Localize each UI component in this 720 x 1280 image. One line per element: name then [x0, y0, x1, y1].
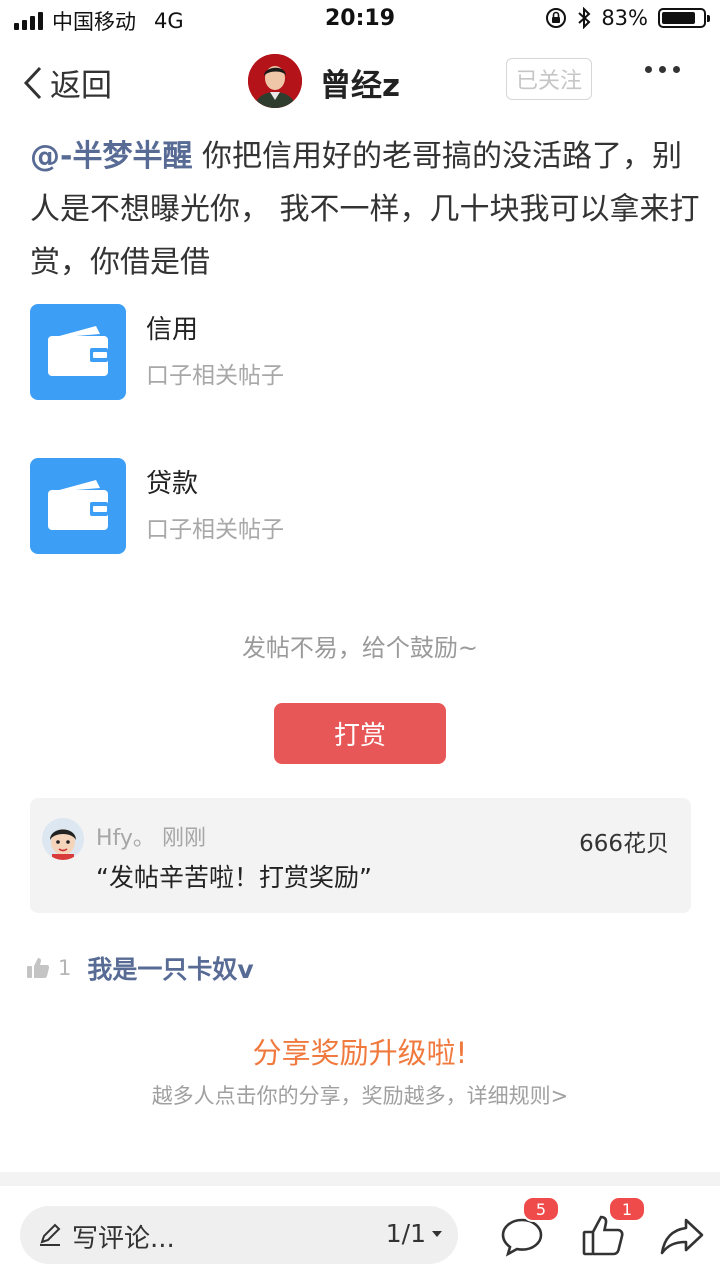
- like-button[interactable]: 1: [580, 1196, 646, 1260]
- page-selector[interactable]: 1/1: [386, 1219, 442, 1248]
- chevron-left-icon: [23, 66, 42, 99]
- author-avatar-image: [248, 54, 302, 108]
- reward-amount: 666花贝: [579, 831, 669, 857]
- like-count: 1: [58, 956, 72, 980]
- more-options-icon[interactable]: [645, 66, 680, 73]
- bottom-divider: [0, 1172, 720, 1186]
- tip-prompt: 发帖不易，给个鼓励~: [241, 634, 479, 662]
- mention-link[interactable]: @-半梦半醒: [30, 139, 192, 174]
- topic-subtitle: 口子相关帖子: [146, 517, 284, 543]
- topic-card-loan[interactable]: 贷款 口子相关帖子: [30, 458, 690, 554]
- reward-time: 刚刚: [162, 826, 207, 851]
- liker-name[interactable]: 我是一只卡奴v: [87, 950, 253, 986]
- topic-text: 贷款 口子相关帖子: [146, 467, 284, 545]
- share-title: 分享奖励升级啦!: [252, 1036, 468, 1070]
- like-count-badge: 1: [608, 1196, 646, 1222]
- reward-card: Hfy。 刚刚 666花贝 “发帖辛苦啦！打赏奖励”: [30, 798, 691, 913]
- follow-button[interactable]: 已关注: [506, 58, 592, 100]
- reward-user-name[interactable]: Hfy。: [96, 820, 155, 852]
- topic-title: 贷款: [146, 469, 199, 499]
- tip-button[interactable]: 打赏: [274, 703, 446, 764]
- share-rules-link[interactable]: 越多人点击你的分享，奖励越多，详细规则>: [0, 1080, 720, 1110]
- battery-icon: [658, 8, 710, 28]
- topic-text: 信用 口子相关帖子: [146, 313, 284, 391]
- author-avatar[interactable]: [248, 54, 302, 108]
- wallet-icon: [30, 458, 126, 554]
- author-name[interactable]: 曾经z: [320, 60, 400, 105]
- status-bar: 中国移动 4G 20:19 83%: [0, 0, 720, 40]
- wallet-icon: [30, 304, 126, 400]
- share-button[interactable]: [658, 1212, 706, 1260]
- comment-input[interactable]: 写评论... 1/1: [20, 1206, 458, 1264]
- reward-message: “发帖辛苦啦！打赏奖励”: [96, 863, 372, 892]
- page-indicator: 1/1: [385, 1219, 426, 1248]
- comment-count-badge: 5: [522, 1196, 560, 1222]
- thumbs-up-icon: [27, 958, 50, 978]
- topic-card-credit[interactable]: 信用 口子相关帖子: [30, 304, 690, 400]
- comments-button[interactable]: 5: [498, 1196, 560, 1260]
- reward-user-avatar[interactable]: [42, 818, 84, 860]
- likes-row: 1 我是一只卡奴v: [26, 950, 254, 986]
- back-label: 返回: [50, 68, 112, 104]
- comment-placeholder: 写评论...: [72, 1224, 175, 1254]
- battery-percent: 83%: [601, 6, 648, 30]
- topic-subtitle: 口子相关帖子: [146, 363, 284, 389]
- share-arrow-icon: [660, 1218, 704, 1255]
- pencil-icon: [40, 1223, 61, 1246]
- back-button[interactable]: 返回: [22, 60, 112, 105]
- status-right: 83%: [545, 6, 710, 30]
- topic-title: 信用: [146, 315, 199, 345]
- orientation-lock-icon: [546, 8, 567, 28]
- triangle-down-icon: [432, 1230, 442, 1237]
- bluetooth-icon: [578, 7, 591, 29]
- battery-level: [662, 12, 695, 24]
- post-content: @-半梦半醒 你把信用好的老哥搞的没活路了，别人是不想曝光你， 我不一样，几十块…: [30, 130, 700, 289]
